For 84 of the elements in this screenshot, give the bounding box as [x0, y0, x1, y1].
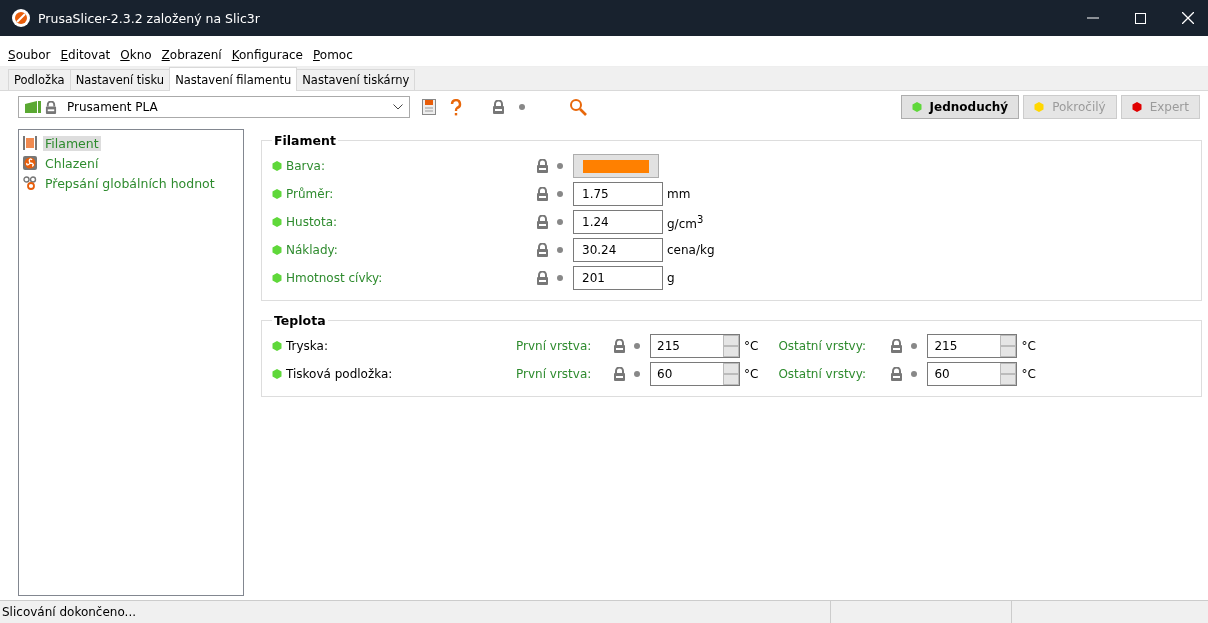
close-icon[interactable] [1182, 12, 1194, 24]
field-label: Tisková podložka: [286, 367, 393, 381]
spin-field[interactable]: 60 [927, 362, 1018, 386]
lock-icon[interactable] [890, 367, 904, 381]
window-title: PrusaSlicer-2.3.2 založený na Slic3r [38, 10, 260, 26]
group-title: Filament [273, 133, 337, 148]
app-logo-icon [12, 9, 30, 27]
dot-icon [911, 343, 918, 349]
status-icon [272, 217, 282, 227]
unit-label: mm [667, 187, 691, 201]
lock-icon[interactable] [536, 187, 549, 201]
mode-button[interactable]: Jednoduchý [900, 95, 1020, 119]
field-label: Barva: [286, 159, 326, 173]
spin-field[interactable]: 215 [650, 334, 740, 358]
tree-item[interactable]: Přepsání globálních hodnot [43, 175, 217, 191]
lock-icon[interactable] [613, 367, 626, 381]
dot-icon [557, 219, 563, 225]
chevron-down-icon [393, 104, 403, 110]
field-label: Průměr: [286, 187, 334, 201]
filament-icon [23, 136, 37, 150]
dot-icon [557, 247, 563, 253]
flag-icon [25, 101, 41, 113]
search-icon[interactable] [569, 98, 587, 116]
input-field[interactable]: 201 [573, 266, 663, 290]
input-field[interactable]: 1.75 [573, 182, 663, 206]
tab[interactable]: Nastavení filamentu [169, 67, 298, 91]
menu-item[interactable]: Zobrazení [159, 48, 224, 62]
status-text: Slicování dokončeno... [1, 605, 138, 619]
menu-item[interactable]: Soubor [6, 48, 53, 62]
status-icon [272, 245, 282, 255]
lock-icon [45, 100, 57, 114]
dot-icon [557, 163, 563, 169]
gears-icon [23, 176, 37, 190]
lock-icon[interactable] [492, 100, 505, 114]
status-icon [272, 369, 282, 379]
unit-label: °C [1021, 339, 1036, 353]
spin-field[interactable]: 60 [650, 362, 740, 386]
field-label: Ostatní vrstvy: [778, 367, 867, 381]
field-label: Ostatní vrstvy: [778, 339, 867, 353]
help-icon[interactable] [450, 98, 462, 116]
menu-item[interactable]: Pomoc [311, 48, 355, 62]
lock-icon[interactable] [536, 215, 549, 229]
unit-label: g/cm$^{3}$ [667, 213, 704, 231]
tab[interactable]: Nastavení tiskárny [296, 69, 416, 90]
status-icon [272, 273, 282, 283]
field-label: Hmotnost cívky: [286, 271, 383, 285]
field-label: První vrstva: [516, 367, 593, 381]
menu-item[interactable]: Editovat [58, 48, 113, 62]
group-title: Teplota [273, 313, 327, 328]
status-icon [272, 341, 282, 351]
tab[interactable]: Podložka [8, 69, 71, 90]
dot-icon [519, 104, 525, 110]
dot-icon [557, 191, 563, 197]
tree-item[interactable]: Chlazení [43, 155, 101, 171]
save-icon[interactable] [422, 99, 436, 115]
menu-item[interactable]: Konfigurace [229, 48, 305, 62]
unit-label: °C [1021, 367, 1036, 381]
field-label: Tryska: [286, 339, 328, 353]
menu-item[interactable]: Okno [118, 48, 154, 62]
dot-icon [557, 275, 563, 281]
dot-icon [634, 343, 640, 349]
lock-icon[interactable] [613, 339, 626, 353]
lock-icon[interactable] [536, 271, 549, 285]
dot-icon [911, 371, 918, 377]
lock-icon[interactable] [536, 243, 549, 257]
unit-label: cena/kg [667, 243, 715, 257]
input-field[interactable]: 30.24 [573, 238, 663, 262]
spin-field[interactable]: 215 [927, 334, 1018, 358]
field-label: Náklady: [286, 243, 338, 257]
unit-label: °C [744, 339, 759, 353]
field-label: První vrstva: [516, 339, 593, 353]
maximize-icon[interactable] [1135, 12, 1146, 24]
unit-label: g [667, 271, 675, 285]
unit-label: °C [744, 367, 759, 381]
fan-icon [23, 156, 37, 170]
input-field[interactable]: 1.24 [573, 210, 663, 234]
field-label: Hustota: [286, 215, 338, 229]
status-icon [272, 189, 282, 199]
lock-icon[interactable] [890, 339, 904, 353]
status-icon [272, 161, 282, 171]
color-button[interactable] [573, 154, 659, 178]
lock-icon[interactable] [536, 159, 549, 173]
dot-icon [634, 371, 640, 377]
preset-dropdown[interactable]: Prusament PLA [18, 96, 410, 118]
